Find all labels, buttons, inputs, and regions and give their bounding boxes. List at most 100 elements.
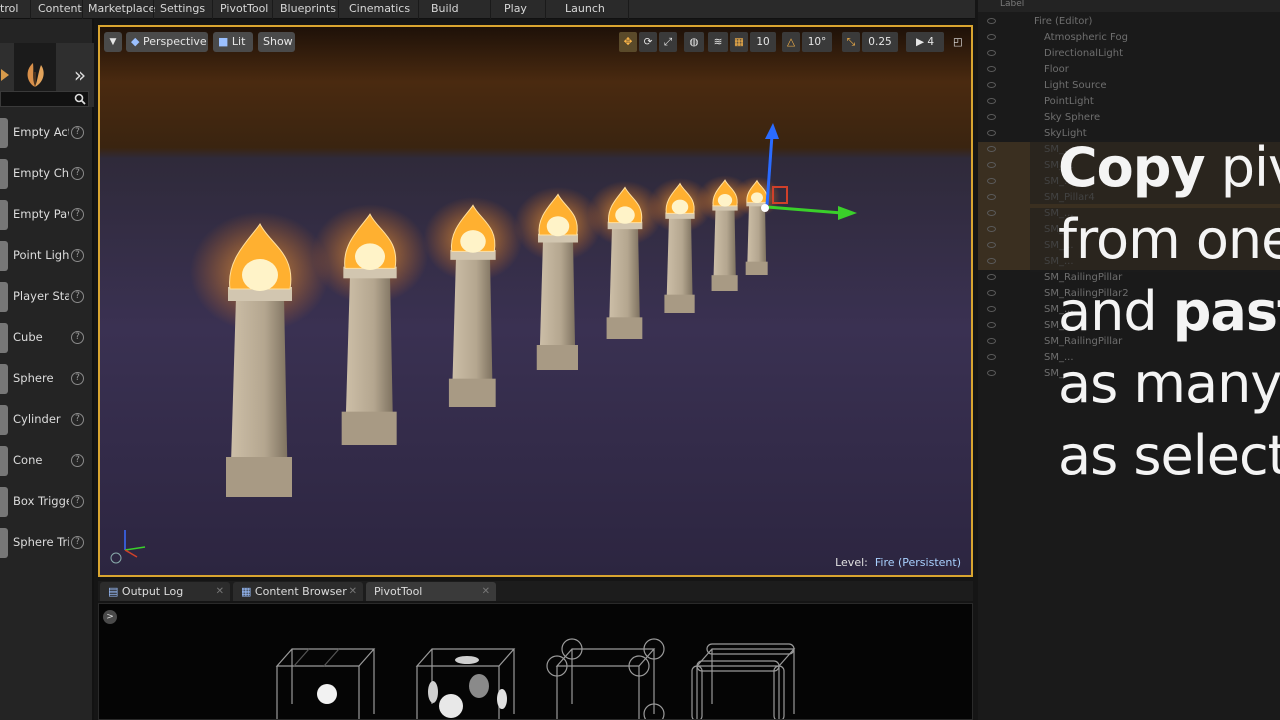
outliner-row[interactable]: DirectionalLight — [978, 46, 1280, 62]
rotation-snap-toggle[interactable]: △ — [782, 32, 800, 52]
outliner-column-header[interactable]: Label — [978, 0, 1280, 12]
console-button[interactable]: > — [103, 610, 117, 624]
place-item-sphere-trigger[interactable]: Sphere Tri ? — [0, 524, 92, 562]
toolbar-settings[interactable]: Settings — [160, 2, 205, 15]
place-item-player-start[interactable]: Player Sta ? — [0, 278, 92, 316]
world-space-button[interactable]: ◍ — [684, 32, 704, 52]
visibility-eye-icon[interactable] — [987, 258, 996, 264]
tab-output-log[interactable]: ▤ Output Log ✕ — [100, 582, 230, 601]
show-flags-button[interactable]: Show — [258, 32, 295, 52]
close-tab-icon[interactable]: ✕ — [349, 582, 357, 601]
help-icon[interactable]: ? — [71, 495, 84, 508]
scale-snap-value[interactable]: 0.25 — [862, 32, 898, 52]
lighting-mode-button[interactable]: ■ Lit — [213, 32, 253, 52]
item-thumbnail — [0, 200, 8, 230]
visibility-eye-icon[interactable] — [987, 178, 996, 184]
place-item-box-trigger[interactable]: Box Trigge ? — [0, 483, 92, 521]
scale-snap-toggle[interactable]: ⤡ — [842, 32, 860, 52]
visibility-eye-icon[interactable] — [987, 226, 996, 232]
help-icon[interactable]: ? — [71, 536, 84, 549]
rotation-snap-value[interactable]: 10° — [802, 32, 832, 52]
view-mode-perspective-button[interactable]: ◆ Perspective — [126, 32, 208, 52]
visibility-eye-icon[interactable] — [987, 98, 996, 104]
place-search-input[interactable] — [0, 91, 89, 107]
level-viewport[interactable]: ▼ ◆ Perspective ■ Lit Show ✥ ⟳ ⤢ ◍ ≋ ▦ 1… — [98, 25, 973, 577]
toolbar-pivottool[interactable]: PivotTool — [220, 2, 268, 15]
visibility-eye-icon[interactable] — [987, 290, 996, 296]
surface-snap-button[interactable]: ≋ — [708, 32, 728, 52]
visibility-eye-icon[interactable] — [987, 354, 996, 360]
outliner-row[interactable]: PointLight — [978, 94, 1280, 110]
tab-content-browser[interactable]: ▦ Content Browser ✕ — [233, 582, 363, 601]
pivot-preset-corners-icon[interactable] — [546, 638, 665, 720]
grid-snap-value[interactable]: 10 — [750, 32, 776, 52]
help-icon[interactable]: ? — [71, 126, 84, 139]
visibility-eye-icon[interactable] — [987, 274, 996, 280]
place-item-empty-pawn[interactable]: Empty Paw ? — [0, 196, 92, 234]
help-icon[interactable]: ? — [71, 454, 84, 467]
visibility-eye-icon[interactable] — [987, 18, 996, 24]
viewport-options-button[interactable]: ▼ — [104, 32, 122, 52]
help-icon[interactable]: ? — [71, 249, 84, 262]
outliner-row[interactable]: Sky Sphere — [978, 110, 1280, 126]
place-item-sphere[interactable]: Sphere ? — [0, 360, 92, 398]
visibility-eye-icon[interactable] — [987, 306, 996, 312]
visibility-eye-icon[interactable] — [987, 322, 996, 328]
tab-pivottool[interactable]: PivotTool ✕ — [366, 582, 496, 601]
output-log-icon: ▤ — [108, 585, 119, 598]
toolbar-blueprints[interactable]: Blueprints — [280, 2, 336, 15]
visibility-eye-icon[interactable] — [987, 146, 996, 152]
visibility-eye-icon[interactable] — [987, 370, 996, 376]
visibility-eye-icon[interactable] — [987, 66, 996, 72]
visibility-eye-icon[interactable] — [987, 34, 996, 40]
translate-mode-button[interactable]: ✥ — [619, 32, 637, 52]
item-thumbnail — [0, 323, 8, 353]
outliner-row[interactable]: Atmospheric Fog — [978, 30, 1280, 46]
visibility-eye-icon[interactable] — [987, 50, 996, 56]
place-item-cylinder[interactable]: Cylinder ? — [0, 401, 92, 439]
pivot-preset-center-icon[interactable] — [275, 648, 376, 720]
visibility-eye-icon[interactable] — [987, 338, 996, 344]
help-icon[interactable]: ? — [71, 413, 84, 426]
toolbar-build[interactable]: Build — [431, 2, 459, 15]
toolbar-separator — [418, 0, 419, 19]
place-item-cone[interactable]: Cone ? — [0, 442, 92, 480]
place-item-label: Empty Cha — [13, 166, 69, 180]
toolbar-cinematics[interactable]: Cinematics — [349, 2, 410, 15]
brazier-pillars — [190, 175, 781, 497]
visibility-eye-icon[interactable] — [987, 210, 996, 216]
pivot-preset-faces-icon[interactable] — [415, 648, 516, 720]
toolbar-content[interactable]: Content — [38, 2, 82, 15]
rotate-mode-button[interactable]: ⟳ — [639, 32, 657, 52]
visibility-eye-icon[interactable] — [987, 82, 996, 88]
close-tab-icon[interactable]: ✕ — [482, 582, 490, 601]
place-item-point-light[interactable]: Point Light ? — [0, 237, 92, 275]
toolbar-launch[interactable]: Launch — [565, 2, 605, 15]
grid-snap-toggle[interactable]: ▦ — [730, 32, 748, 52]
help-icon[interactable]: ? — [71, 331, 84, 344]
pivot-preset-edges-icon[interactable] — [691, 643, 796, 720]
toolbar-marketplace[interactable]: Marketplace — [88, 2, 155, 15]
close-tab-icon[interactable]: ✕ — [216, 582, 224, 601]
outliner-row[interactable]: Floor — [978, 62, 1280, 78]
visibility-eye-icon[interactable] — [987, 162, 996, 168]
toolbar-source-control[interactable]: trol — [0, 2, 18, 15]
flame-core — [546, 216, 570, 237]
outliner-row[interactable]: Fire (Editor) — [978, 14, 1280, 30]
place-item-empty-character[interactable]: Empty Cha ? — [0, 155, 92, 193]
visibility-eye-icon[interactable] — [987, 130, 996, 136]
visibility-eye-icon[interactable] — [987, 242, 996, 248]
help-icon[interactable]: ? — [71, 372, 84, 385]
help-icon[interactable]: ? — [71, 208, 84, 221]
scale-mode-button[interactable]: ⤢ — [659, 32, 677, 52]
help-icon[interactable]: ? — [71, 290, 84, 303]
visibility-eye-icon[interactable] — [987, 114, 996, 120]
place-item-empty-actor[interactable]: Empty Acto ? — [0, 114, 92, 152]
camera-speed-button[interactable]: ▶ 4 — [906, 32, 944, 52]
help-icon[interactable]: ? — [71, 167, 84, 180]
maximize-viewport-button[interactable]: ◰ — [950, 32, 966, 52]
toolbar-play[interactable]: Play — [504, 2, 527, 15]
place-item-cube[interactable]: Cube ? — [0, 319, 92, 357]
visibility-eye-icon[interactable] — [987, 194, 996, 200]
outliner-row[interactable]: Light Source — [978, 78, 1280, 94]
